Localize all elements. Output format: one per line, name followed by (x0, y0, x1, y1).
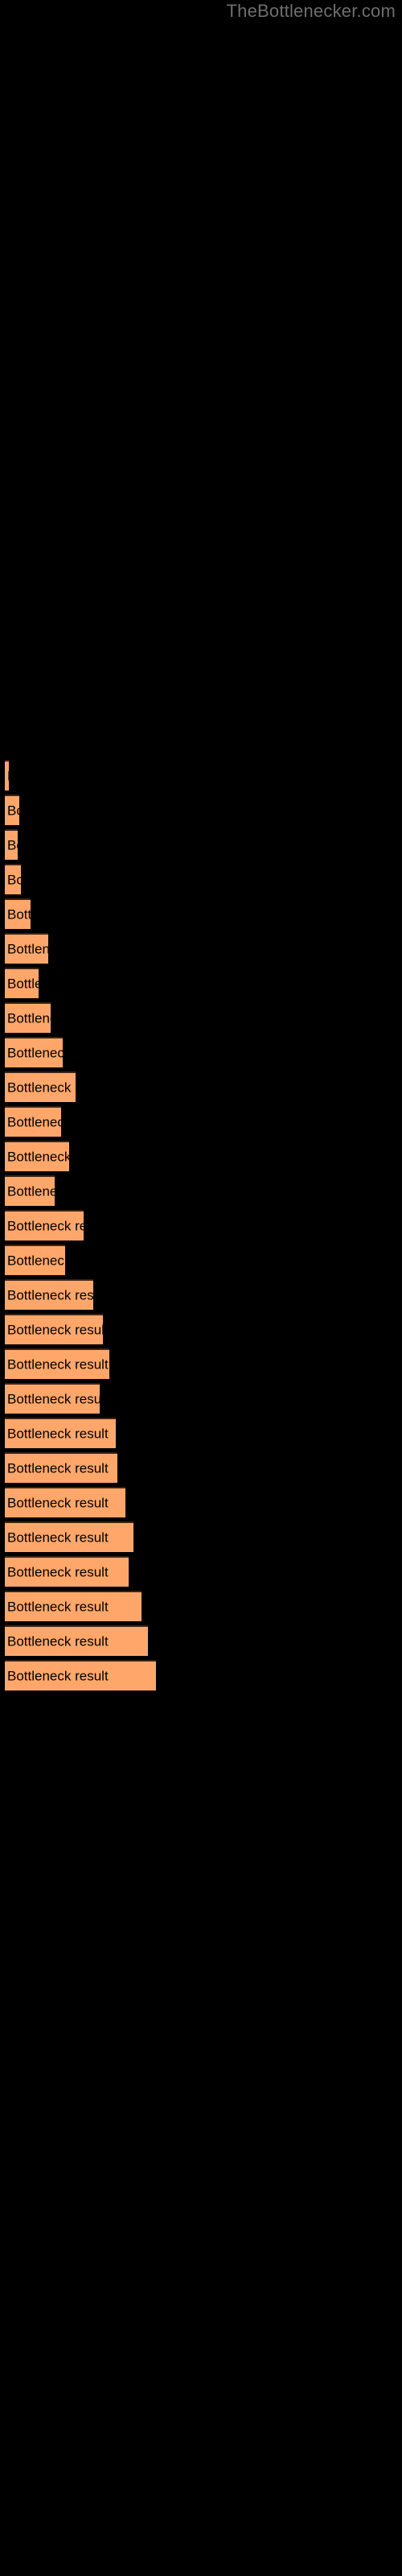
bar[interactable]: Bottleneck result (5, 1521, 133, 1552)
bar[interactable]: Bottleneck result (5, 1556, 129, 1587)
bar-row: Bottleneck result (0, 1451, 402, 1484)
bar-row: Bottleneck result (0, 1520, 402, 1554)
bar[interactable]: Bottleneck result (5, 1383, 100, 1414)
bar-label: Bottleneck result (7, 1599, 109, 1615)
bar[interactable]: Bottleneck result (5, 1625, 148, 1656)
bar-row: Bottleneck result (0, 1381, 402, 1415)
bar-label: Bottleneck result (7, 1668, 109, 1684)
bar-label: Bottleneck result (7, 837, 18, 853)
bar-label: Bottleneck result (7, 1391, 100, 1407)
bar-label: Bottleneck result (7, 976, 39, 992)
bar-label: Bottleneck result (7, 1010, 51, 1026)
bar-row: Bottleneck result (0, 1589, 402, 1623)
bar-row: Bottleneck result (0, 1139, 402, 1173)
page-root: TheBottlenecker.com Bottleneck resultBot… (0, 0, 402, 2576)
bar-label: Bottleneck result (7, 1633, 109, 1649)
bar-row: Bottleneck result (0, 793, 402, 827)
bar-label: Bottleneck result (7, 1495, 109, 1511)
bar-label: Bottleneck result (7, 1322, 103, 1338)
bar[interactable]: Bottleneck result (5, 1210, 84, 1241)
bar[interactable]: Bottleneck result (5, 760, 9, 791)
bar-label: Bottleneck result (7, 906, 31, 923)
bar-row: Bottleneck result (0, 1312, 402, 1346)
bar-label: Bottleneck result (7, 1183, 55, 1199)
bar[interactable]: Bottleneck result (5, 864, 21, 894)
bar[interactable]: Bottleneck result (5, 1037, 63, 1067)
bar-label: Bottleneck result (7, 1218, 84, 1234)
bar-row: Bottleneck result (0, 931, 402, 965)
bar[interactable]: Bottleneck result (5, 1487, 125, 1517)
bar-chart-plot-area: Bottleneck result Bottleneck result Bottle… (0, 0, 402, 2576)
bar-label: Bottleneck result (7, 1045, 63, 1061)
bar-label: Bottleneck result (7, 769, 9, 784)
bar-label: Bottleneck result (7, 872, 21, 888)
bar-row: Bottleneck result (0, 1658, 402, 1692)
bar[interactable]: Bottleneck result (5, 1279, 93, 1310)
bar-row: Bottleneck result (0, 1243, 402, 1277)
bar[interactable]: Bottleneck result (5, 1141, 69, 1171)
bar[interactable]: Bottleneck result (5, 1071, 76, 1102)
bar-label: Bottleneck result (7, 1253, 65, 1269)
bar[interactable]: Bottleneck result (5, 1245, 65, 1275)
bar-row: Bottleneck result (0, 1485, 402, 1519)
bar-label: Bottleneck result (7, 1149, 69, 1165)
bar-label: Bottleneck result (7, 1564, 109, 1580)
bar[interactable]: Bottleneck result (5, 1348, 109, 1379)
bar-label: Bottleneck result (7, 941, 48, 957)
bar-row: Bottleneck result (0, 1278, 402, 1311)
bar-label: Bottleneck result (7, 1287, 93, 1303)
bar[interactable]: Bottleneck result (5, 1591, 142, 1621)
bar[interactable]: Bottleneck result (5, 1418, 116, 1448)
bar[interactable]: Bottleneck result (5, 1452, 117, 1483)
bar-row: Bottleneck result (0, 1554, 402, 1588)
bar-row: Bottleneck result (0, 966, 402, 1000)
bar-row: Bottleneck result (0, 1104, 402, 1138)
bar[interactable]: Bottleneck result (5, 795, 19, 825)
bar-row: Bottleneck result (0, 1416, 402, 1450)
bar[interactable]: Bottleneck result (5, 1106, 61, 1137)
bar[interactable]: Bottleneck result (5, 1660, 156, 1690)
bar[interactable]: Bottleneck result (5, 1175, 55, 1206)
bar-label: Bottleneck result (7, 1426, 109, 1442)
bar[interactable]: Bottleneck result (5, 1314, 103, 1344)
bar-row: Bottleneck result (0, 1070, 402, 1104)
bar[interactable]: Bottleneck result (5, 1002, 51, 1033)
bar-row: Bottleneck result (0, 1208, 402, 1242)
bar-row: Bottleneck result (0, 828, 402, 861)
bar-label: Bottleneck result (7, 1530, 109, 1546)
bar[interactable]: Bottleneck result (5, 933, 48, 964)
bar-row: Bottleneck result (0, 862, 402, 896)
bar-row: Bottleneck result (0, 758, 402, 792)
bar-row: Bottleneck result (0, 1001, 402, 1034)
bar[interactable]: Bottleneck result (5, 829, 18, 860)
bar-label: Bottleneck result (7, 1114, 61, 1130)
bar-row: Bottleneck result (0, 1624, 402, 1657)
bar-label: Bottleneck result (7, 1460, 109, 1476)
bar-label: Bottleneck result (7, 803, 19, 819)
bar[interactable]: Bottleneck result (5, 898, 31, 929)
bar-label: Bottleneck result (7, 1080, 76, 1096)
bar-row: Bottleneck result (0, 897, 402, 931)
bar-row: Bottleneck result (0, 1347, 402, 1381)
bar-row: Bottleneck result (0, 1174, 402, 1208)
bar-row: Bottleneck result (0, 1035, 402, 1069)
bar[interactable]: Bottleneck result (5, 968, 39, 998)
bar-label: Bottleneck result (7, 1356, 109, 1373)
